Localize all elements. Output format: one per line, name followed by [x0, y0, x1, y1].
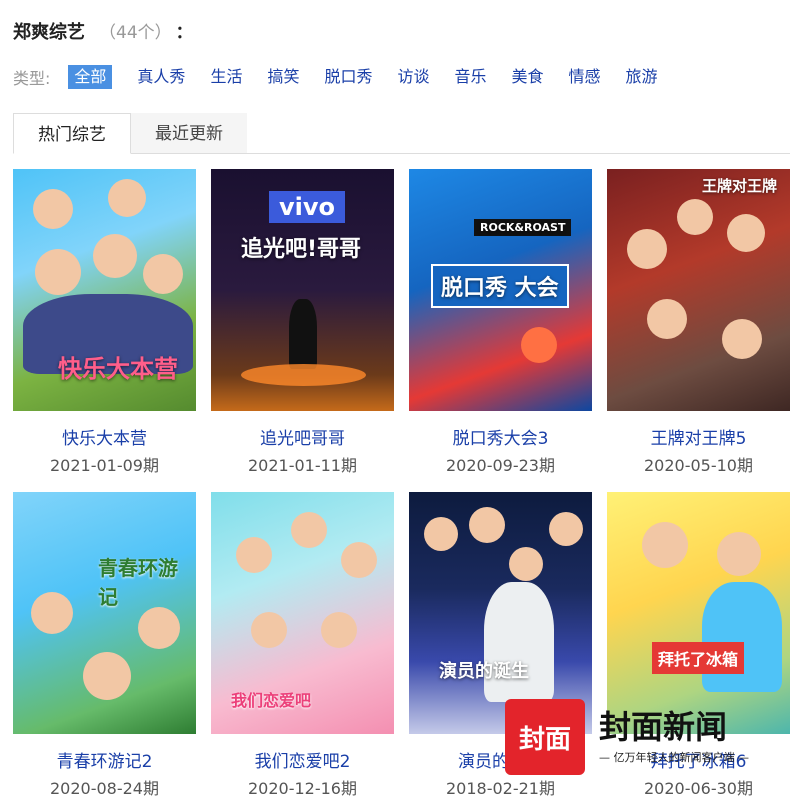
poster-face	[549, 512, 583, 546]
show-name[interactable]: 王牌对王牌5	[607, 424, 790, 449]
show-poster[interactable]: ROCK&ROAST 脱口秀 大会	[409, 169, 592, 411]
poster-face	[677, 199, 713, 235]
poster-title: 追光吧!哥哥	[241, 237, 362, 262]
show-card[interactable]: ROCK&ROAST 脱口秀 大会 脱口秀大会3 2020-09-23期	[409, 169, 592, 476]
poster-figure	[289, 299, 317, 369]
filter-life[interactable]: 生活	[210, 65, 242, 89]
tab-hot-shows[interactable]: 热门综艺	[13, 113, 131, 154]
filter-interview[interactable]: 访谈	[397, 65, 429, 89]
show-poster[interactable]: 我们恋爱吧	[211, 492, 394, 734]
item-count: （44个）	[99, 23, 172, 43]
poster-dress	[484, 582, 554, 702]
show-card[interactable]: 青春环游记 青春环游记2 2020-08-24期	[13, 492, 196, 799]
poster-face	[647, 299, 687, 339]
show-date: 2020-12-16期	[248, 779, 357, 798]
show-card[interactable]: 王牌对王牌 王牌对王牌5 2020-05-10期	[607, 169, 790, 476]
poster-title: 我们恋爱吧	[231, 691, 312, 710]
watermark: 封面 封面新闻 — 亿万年轻人的新闻客户端 —	[505, 697, 775, 777]
filter-reality[interactable]: 真人秀	[137, 65, 185, 89]
show-poster[interactable]: vivo 追光吧!哥哥	[211, 169, 394, 411]
poster-title: 拜托了冰箱	[652, 642, 745, 674]
page-title: 郑爽综艺	[13, 22, 85, 43]
poster-face	[627, 229, 667, 269]
poster-face	[138, 607, 180, 649]
poster-face	[35, 249, 81, 295]
show-name[interactable]: 我们恋爱吧2	[211, 747, 394, 772]
poster-face	[143, 254, 183, 294]
show-date: 2020-09-23期	[446, 456, 555, 475]
poster-sub: ROCK&ROAST	[474, 219, 572, 236]
filter-romance[interactable]: 情感	[569, 65, 601, 89]
poster-face	[424, 517, 458, 551]
show-date: 2021-01-09期	[50, 456, 159, 475]
poster-brand: vivo	[269, 191, 346, 223]
tab-bar: 热门综艺 最近更新	[13, 113, 790, 154]
page-header: 郑爽综艺 （44个） ：	[13, 18, 193, 46]
filter-all[interactable]: 全部	[68, 65, 113, 89]
filter-label: 类型:	[13, 69, 51, 88]
poster-title: 演员的诞生	[439, 661, 529, 682]
header-colon: ：	[175, 23, 193, 43]
filter-travel[interactable]: 旅游	[626, 65, 658, 89]
poster-face	[469, 507, 505, 543]
watermark-text: 封面新闻 — 亿万年轻人的新闻客户端 —	[599, 709, 749, 765]
show-poster[interactable]: 青春环游记	[13, 492, 196, 734]
watermark-subtitle: — 亿万年轻人的新闻客户端 —	[599, 751, 749, 764]
poster-face	[722, 319, 762, 359]
show-card[interactable]: 我们恋爱吧 我们恋爱吧2 2020-12-16期	[211, 492, 394, 799]
poster-mouth-icon	[521, 327, 557, 363]
poster-figure	[702, 582, 782, 692]
show-card[interactable]: 快乐大本营 快乐大本营 2021-01-09期	[13, 169, 196, 476]
poster-face	[642, 522, 688, 568]
show-poster[interactable]: 王牌对王牌	[607, 169, 790, 411]
show-date: 2018-02-21期	[446, 779, 555, 798]
filter-food[interactable]: 美食	[512, 65, 544, 89]
poster-stage-light	[241, 364, 366, 386]
poster-face	[33, 189, 73, 229]
show-date: 2021-01-11期	[248, 456, 357, 475]
poster-title: 快乐大本营	[58, 355, 178, 383]
poster-face	[93, 234, 137, 278]
poster-face	[236, 537, 272, 573]
filter-comedy[interactable]: 搞笑	[267, 65, 299, 89]
show-poster[interactable]: 快乐大本营	[13, 169, 196, 411]
poster-face	[509, 547, 543, 581]
poster-title: 青春环游记	[98, 556, 178, 609]
poster-face	[251, 612, 287, 648]
show-date: 2020-05-10期	[644, 456, 753, 475]
show-name[interactable]: 快乐大本营	[13, 424, 196, 449]
show-name[interactable]: 青春环游记2	[13, 747, 196, 772]
watermark-title: 封面新闻	[599, 708, 728, 746]
filter-music[interactable]: 音乐	[455, 65, 487, 89]
poster-face	[717, 532, 761, 576]
type-filter-bar: 类型: 全部 真人秀 生活 搞笑 脱口秀 访谈 音乐 美食 情感 旅游	[13, 63, 683, 91]
filter-talkshow[interactable]: 脱口秀	[324, 65, 372, 89]
poster-face	[341, 542, 377, 578]
show-name[interactable]: 追光吧哥哥	[211, 424, 394, 449]
poster-face	[83, 652, 131, 700]
poster-title: 脱口秀 大会	[431, 264, 569, 308]
poster-face	[31, 592, 73, 634]
show-date: 2020-08-24期	[50, 779, 159, 798]
show-date: 2020-06-30期	[644, 779, 753, 798]
poster-face	[108, 179, 146, 217]
show-name[interactable]: 脱口秀大会3	[409, 424, 592, 449]
show-card[interactable]: vivo 追光吧!哥哥 追光吧哥哥 2021-01-11期	[211, 169, 394, 476]
poster-face	[321, 612, 357, 648]
tab-recent-updates[interactable]: 最近更新	[131, 113, 247, 153]
poster-face	[727, 214, 765, 252]
poster-face	[291, 512, 327, 548]
watermark-logo: 封面	[505, 699, 585, 775]
poster-title: 王牌对王牌	[702, 177, 778, 195]
